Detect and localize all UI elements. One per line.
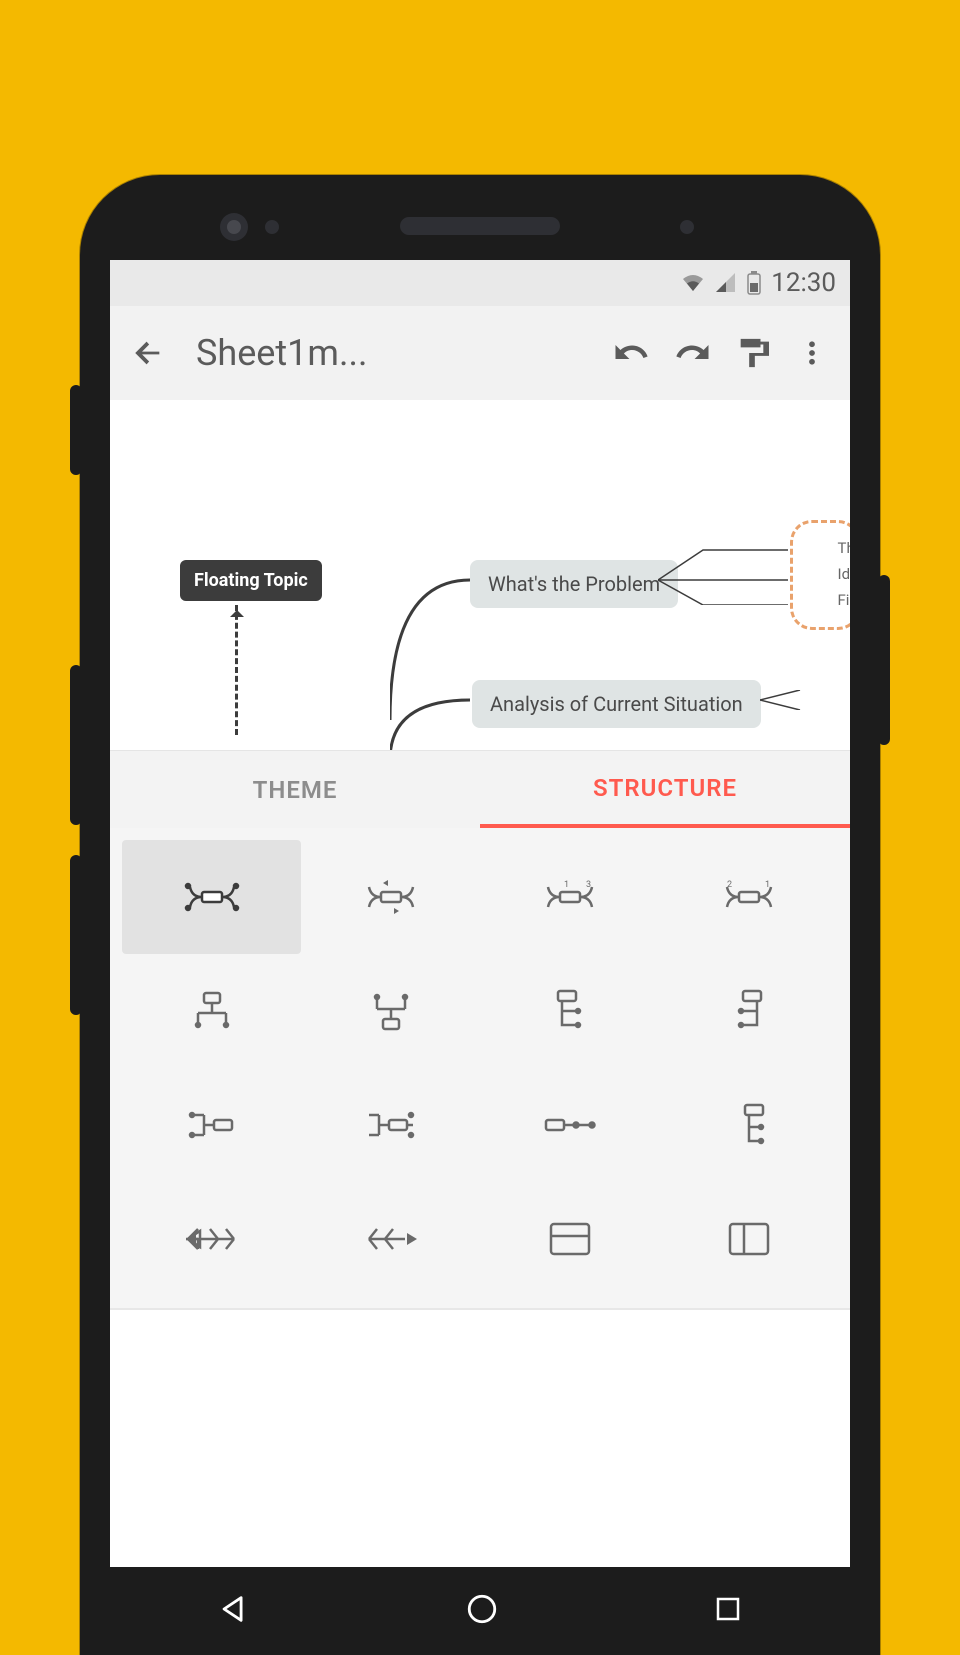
- circle-home-icon: [465, 1592, 499, 1626]
- structure-option-map[interactable]: [122, 840, 301, 954]
- divider: [110, 1308, 850, 1310]
- structure-option-fishbone-left[interactable]: [122, 1182, 301, 1296]
- square-recent-icon: [713, 1594, 743, 1624]
- nav-back-button[interactable]: [217, 1592, 251, 1630]
- format-paint-icon: [735, 336, 769, 370]
- structure-option-org-up[interactable]: [301, 954, 480, 1068]
- status-time: 12:30: [771, 268, 836, 298]
- phone-button-volume-up: [70, 665, 82, 825]
- clipped-subtopics: Th Ide Fir: [838, 535, 851, 613]
- redo-icon: [674, 335, 710, 371]
- format-button[interactable]: [722, 323, 782, 383]
- screen: 12:30 Sheet1m... Floating Topic: [110, 260, 850, 1655]
- structure-option-logic-right[interactable]: [480, 954, 659, 1068]
- phone-button-volume-down: [70, 855, 82, 1015]
- panel-tabs: THEME STRUCTURE: [110, 750, 850, 828]
- structure-option-logic-left[interactable]: [659, 954, 838, 1068]
- phone-camera: [220, 213, 248, 241]
- phone-speaker: [400, 217, 560, 235]
- branch-connector: [390, 690, 480, 750]
- wifi-icon: [681, 271, 705, 295]
- structure-option-clockwise[interactable]: [301, 840, 480, 954]
- back-button[interactable]: [118, 323, 178, 383]
- undo-button[interactable]: [602, 323, 662, 383]
- structure-option-tree-right[interactable]: [122, 1068, 301, 1182]
- floating-topic-node[interactable]: Floating Topic: [180, 560, 322, 601]
- arrow-back-icon: [131, 336, 165, 370]
- document-title[interactable]: Sheet1m...: [178, 332, 602, 374]
- relationship-arrow: [235, 605, 238, 735]
- phone-sensor: [265, 220, 279, 234]
- structure-option-org-down[interactable]: [122, 954, 301, 1068]
- battery-icon: [747, 271, 761, 295]
- more-button[interactable]: [782, 323, 842, 383]
- redo-button[interactable]: [662, 323, 722, 383]
- structure-option-timeline[interactable]: [480, 1068, 659, 1182]
- svg-text:2: 2: [727, 880, 732, 890]
- subtopic-connector: [658, 545, 788, 605]
- triangle-back-icon: [217, 1592, 251, 1626]
- status-bar: 12:30: [110, 260, 850, 306]
- topic-node[interactable]: Analysis of Current Situation: [472, 680, 761, 728]
- mindmap-canvas[interactable]: Floating Topic What's the Problem Analys…: [110, 400, 850, 750]
- structure-option-tree-down[interactable]: [659, 1068, 838, 1182]
- structure-options-grid: 13 21: [110, 828, 850, 1308]
- topic-node[interactable]: What's the Problem: [470, 560, 678, 608]
- undo-icon: [614, 335, 650, 371]
- structure-option-tree-left[interactable]: [301, 1068, 480, 1182]
- subtopic-text: Fir: [838, 587, 851, 613]
- app-bar: Sheet1m...: [110, 306, 850, 400]
- svg-text:1: 1: [564, 880, 569, 890]
- signal-icon: [715, 272, 737, 294]
- structure-option-balanced[interactable]: 21: [659, 840, 838, 954]
- tab-structure[interactable]: STRUCTURE: [480, 751, 850, 828]
- phone-frame: 12:30 Sheet1m... Floating Topic: [80, 175, 880, 1655]
- structure-option-anticlockwise[interactable]: 13: [480, 840, 659, 954]
- nav-home-button[interactable]: [465, 1592, 499, 1630]
- phone-button-power: [878, 575, 890, 745]
- subtopic-connector: [760, 690, 850, 710]
- structure-option-spreadsheet[interactable]: [480, 1182, 659, 1296]
- android-nav-bar: [110, 1567, 850, 1655]
- svg-text:3: 3: [586, 880, 591, 890]
- subtopic-text: Ide: [838, 561, 851, 587]
- structure-option-fishbone-right[interactable]: [301, 1182, 480, 1296]
- more-vert-icon: [797, 338, 827, 368]
- phone-sensor: [680, 220, 694, 234]
- nav-recent-button[interactable]: [713, 1594, 743, 1628]
- phone-button-side: [70, 385, 82, 475]
- structure-option-matrix[interactable]: [659, 1182, 838, 1296]
- subtopic-text: Th: [838, 535, 851, 561]
- tab-theme[interactable]: THEME: [110, 751, 480, 828]
- svg-text:1: 1: [765, 880, 770, 890]
